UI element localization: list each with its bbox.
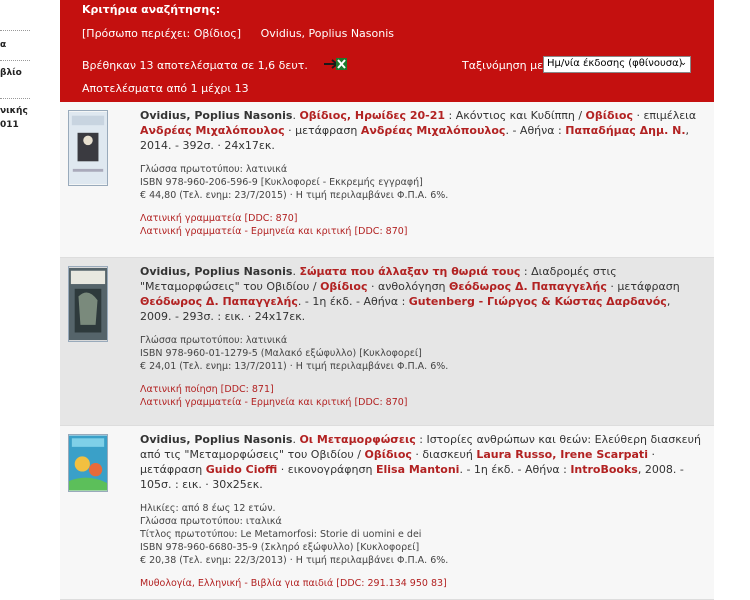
result-subtitle: : Ακόντιος και Κυδίππη /: [445, 109, 586, 122]
subject-link[interactable]: Λατινική γραμματεία [DDC: 870]: [140, 212, 702, 225]
result-author[interactable]: Ovidius, Poplius Nasonis: [140, 433, 292, 446]
result-editor[interactable]: Θεόδωρος Δ. Παπαγγελής: [449, 280, 607, 293]
book-cover-thumbnail[interactable]: [68, 110, 108, 186]
result-translator[interactable]: Θεόδωρος Δ. Παπαγγελής: [140, 295, 298, 308]
right-margin: [714, 0, 750, 600]
result-role: · μετάφραση: [284, 124, 361, 137]
export-icon[interactable]: [322, 57, 348, 71]
result-role: · διασκευή: [411, 448, 477, 461]
result-subjects: Λατινική γραμματεία [DDC: 870] Λατινική …: [140, 212, 702, 238]
result-title[interactable]: Οβίδιος, Ηρωίδες 20-21: [299, 109, 445, 122]
divider: [0, 30, 30, 31]
result-isbn: ISBN 978-960-6680-35-9 (Σκληρό εξώφυλλο)…: [140, 542, 420, 553]
subject-link[interactable]: Λατινική γραμματεία - Ερμηνεία και κριτι…: [140, 396, 702, 409]
sort-select[interactable]: Ημ/νία έκδοσης (φθίνουσα) ⌄: [543, 56, 691, 73]
result-meta: Γλώσσα πρωτοτύπου: λατινικά ISBN 978-960…: [140, 334, 702, 373]
result-item: Ovidius, Poplius Nasonis. Οβίδιος, Ηρωίδ…: [60, 102, 714, 258]
result-illustrator[interactable]: Elisa Mantoni: [376, 463, 459, 476]
result-role: · εικονογράφηση: [277, 463, 376, 476]
result-isbn: ISBN 978-960-01-1279-5 (Μαλακό εξώφυλλο)…: [140, 348, 422, 359]
result-title[interactable]: Οι Μεταμορφώσεις: [299, 433, 415, 446]
result-translator[interactable]: Guido Cioffi: [206, 463, 278, 476]
result-place: . - 1η έκδ. - Αθήνα :: [459, 463, 571, 476]
sidebar-fragment[interactable]: βλίο: [0, 68, 22, 78]
result-language: Γλώσσα πρωτοτύπου: ιταλικά: [140, 516, 282, 527]
result-meta: Ηλικίες: από 8 έως 12 ετών. Γλώσσα πρωτο…: [140, 502, 702, 567]
result-price: € 20,38 (Τελ. ενημ: 22/3/2013) · Η τιμή …: [140, 555, 449, 566]
result-language: Γλώσσα πρωτοτύπου: λατινικά: [140, 335, 288, 346]
sort-label: Ταξινόμηση με: [462, 59, 544, 72]
result-publisher[interactable]: Παπαδήμας Δημ. Ν.: [565, 124, 685, 137]
book-cover-thumbnail[interactable]: [68, 434, 108, 492]
result-role: · ανθολόγηση: [367, 280, 450, 293]
result-title[interactable]: Σώματα που άλλαξαν τη θωριά τους: [299, 265, 520, 278]
result-translator[interactable]: Ανδρέας Μιχαλόπουλος: [361, 124, 506, 137]
results-count: Βρέθηκαν 13 αποτελέσματα σε 1,6 δευτ.: [82, 59, 308, 72]
left-sidebar-fragment: α βλίο νικής 011: [0, 0, 58, 600]
result-author-link[interactable]: Οβίδιος: [320, 280, 367, 293]
subject-link[interactable]: Λατινική ποίηση [DDC: 871]: [140, 383, 702, 396]
result-price: € 24,01 (Τελ. ενημ: 13/7/2011) · Η τιμή …: [140, 361, 449, 372]
sidebar-fragment[interactable]: α: [0, 40, 6, 50]
search-header: Κριτήρια αναζήτησης: [Πρόσωπο περιέχει: …: [60, 0, 714, 102]
result-original-title: Τίτλος πρωτοτύπου: Le Metamorfosi: Stori…: [140, 529, 422, 540]
divider: [0, 98, 30, 99]
result-editor[interactable]: Ανδρέας Μιχαλόπουλος: [140, 124, 285, 137]
result-subjects: Λατινική ποίηση [DDC: 871] Λατινική γραμ…: [140, 383, 702, 409]
criteria-person[interactable]: [Πρόσωπο περιέχει: Οβίδιος]: [82, 27, 241, 40]
sort-value: Ημ/νία έκδοσης (φθίνουσα): [547, 58, 683, 69]
result-publisher[interactable]: IntroBooks: [570, 463, 638, 476]
result-isbn: ISBN 978-960-206-596-9 [Κυκλοφορεί - Εκκ…: [140, 177, 423, 188]
result-place: . - Αθήνα :: [505, 124, 566, 137]
result-language: Γλώσσα πρωτοτύπου: λατινικά: [140, 164, 288, 175]
result-meta: Γλώσσα πρωτοτύπου: λατινικά ISBN 978-960…: [140, 163, 702, 202]
book-cover-thumbnail[interactable]: [68, 266, 108, 342]
result-subjects: Μυθολογία, Ελληνική - Βιβλία για παιδιά …: [140, 577, 702, 590]
result-place: . - 1η έκδ. - Αθήνα :: [297, 295, 409, 308]
result-editor[interactable]: Laura Russo, Irene Scarpati: [476, 448, 648, 461]
criteria-line: [Πρόσωπο περιέχει: Οβίδιος] Ovidius, Pop…: [82, 27, 410, 40]
result-item: Ovidius, Poplius Nasonis. Σώματα που άλλ…: [60, 258, 714, 426]
subject-link[interactable]: Μυθολογία, Ελληνική - Βιβλία για παιδιά …: [140, 577, 702, 590]
result-role: · επιμέλεια: [632, 109, 697, 122]
result-description: Ovidius, Poplius Nasonis. Σώματα που άλλ…: [140, 265, 680, 323]
sidebar-fragment[interactable]: νικής: [0, 106, 28, 116]
subject-link[interactable]: Λατινική γραμματεία - Ερμηνεία και κριτι…: [140, 225, 702, 238]
result-price: € 44,80 (Τελ. ενημ: 23/7/2015) · Η τιμή …: [140, 190, 449, 201]
result-description: Ovidius, Poplius Nasonis. Οι Μεταμορφώσε…: [140, 433, 701, 491]
result-author[interactable]: Ovidius, Poplius Nasonis: [140, 109, 292, 122]
divider: [0, 60, 30, 61]
result-author[interactable]: Ovidius, Poplius Nasonis: [140, 265, 292, 278]
result-item: Ovidius, Poplius Nasonis. Οι Μεταμορφώσε…: [60, 426, 714, 600]
criteria-title: Κριτήρια αναζήτησης:: [82, 3, 221, 16]
result-author-link[interactable]: Οβίδιος: [364, 448, 411, 461]
result-role: · μετάφραση: [606, 280, 680, 293]
results-panel: Κριτήρια αναζήτησης: [Πρόσωπο περιέχει: …: [60, 0, 714, 600]
criteria-name: Ovidius, Poplius Nasonis: [260, 27, 395, 40]
result-ages: Ηλικίες: από 8 έως 12 ετών.: [140, 503, 276, 514]
chevron-down-icon: ⌄: [679, 58, 687, 68]
sidebar-fragment[interactable]: 011: [0, 120, 19, 130]
result-description: Ovidius, Poplius Nasonis. Οβίδιος, Ηρωίδ…: [140, 109, 697, 152]
results-range: Αποτελέσματα από 1 μέχρι 13: [82, 82, 249, 95]
result-author-link[interactable]: Οβίδιος: [586, 109, 633, 122]
result-publisher[interactable]: Gutenberg - Γιώργος & Κώστας Δαρδανός: [409, 295, 667, 308]
